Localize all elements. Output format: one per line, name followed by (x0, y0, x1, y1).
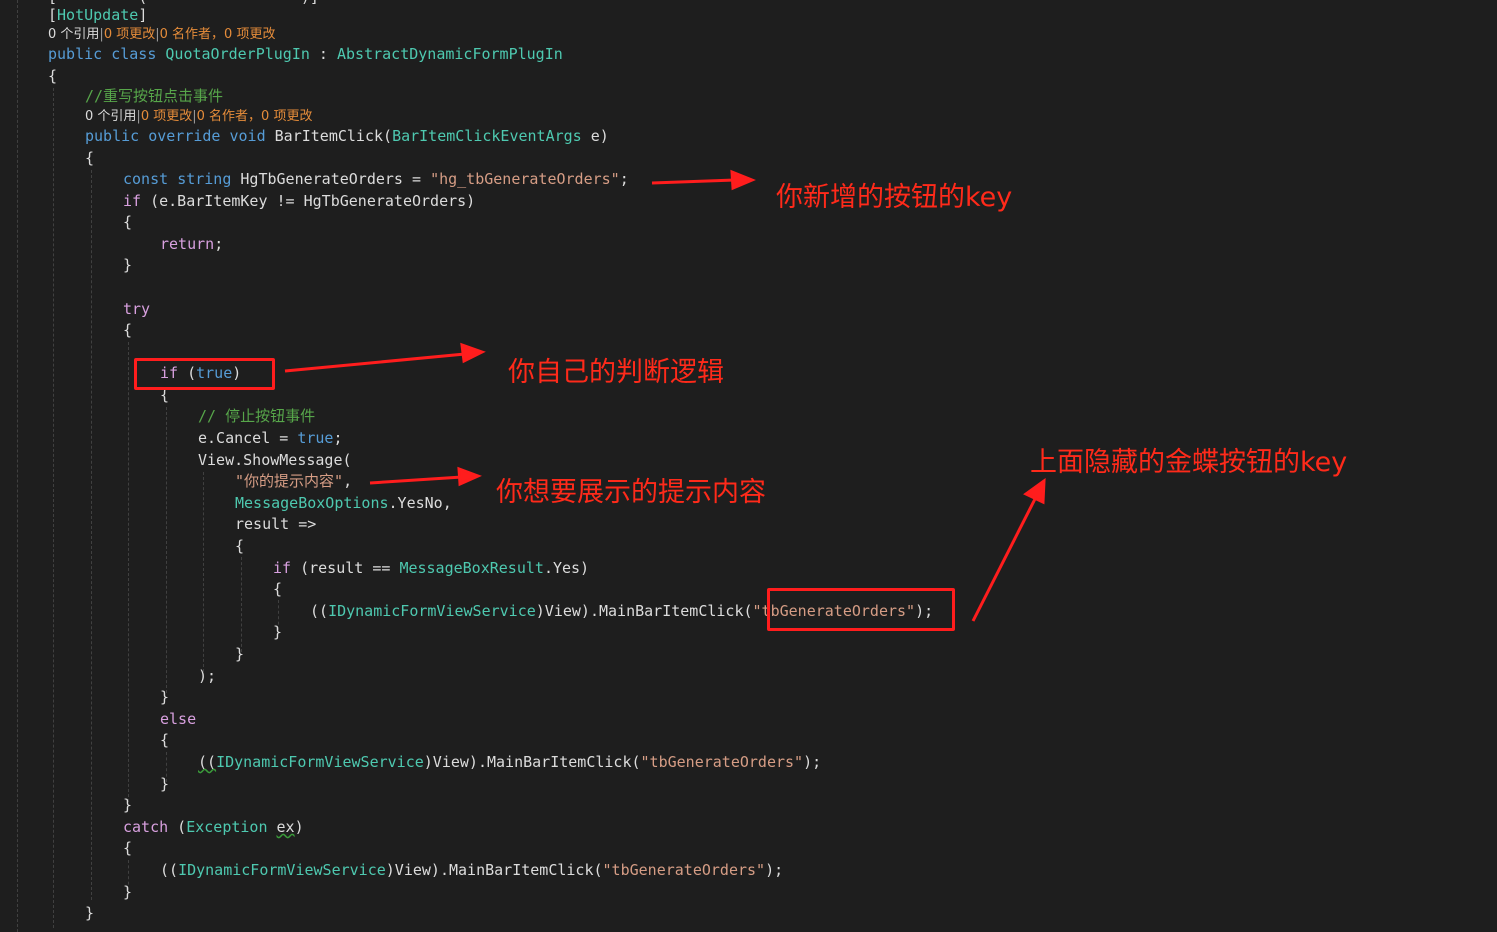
arrow-key-head (730, 169, 756, 191)
code-editor[interactable]: [ ( )] [HotUpdate] 0 个引用|0 项更改|0 名作者，0 项… (0, 0, 1497, 932)
arrow-logic-head (460, 342, 486, 364)
note-own-logic: 你自己的判断逻辑 (508, 357, 724, 388)
arrow-message-head (457, 466, 482, 487)
note-new-button-key: 你新增的按钮的key (776, 182, 1013, 213)
arrow-message (369, 475, 463, 485)
arrow-key (651, 178, 736, 185)
arrow-hidden-key-head (1023, 477, 1046, 505)
arrow-logic (284, 352, 466, 373)
note-hidden-kingdee-key: 上面隐藏的金蝶按钮的key (1030, 447, 1348, 478)
arrow-hidden-key (971, 496, 1038, 622)
note-message-content: 你想要展示的提示内容 (496, 477, 766, 508)
